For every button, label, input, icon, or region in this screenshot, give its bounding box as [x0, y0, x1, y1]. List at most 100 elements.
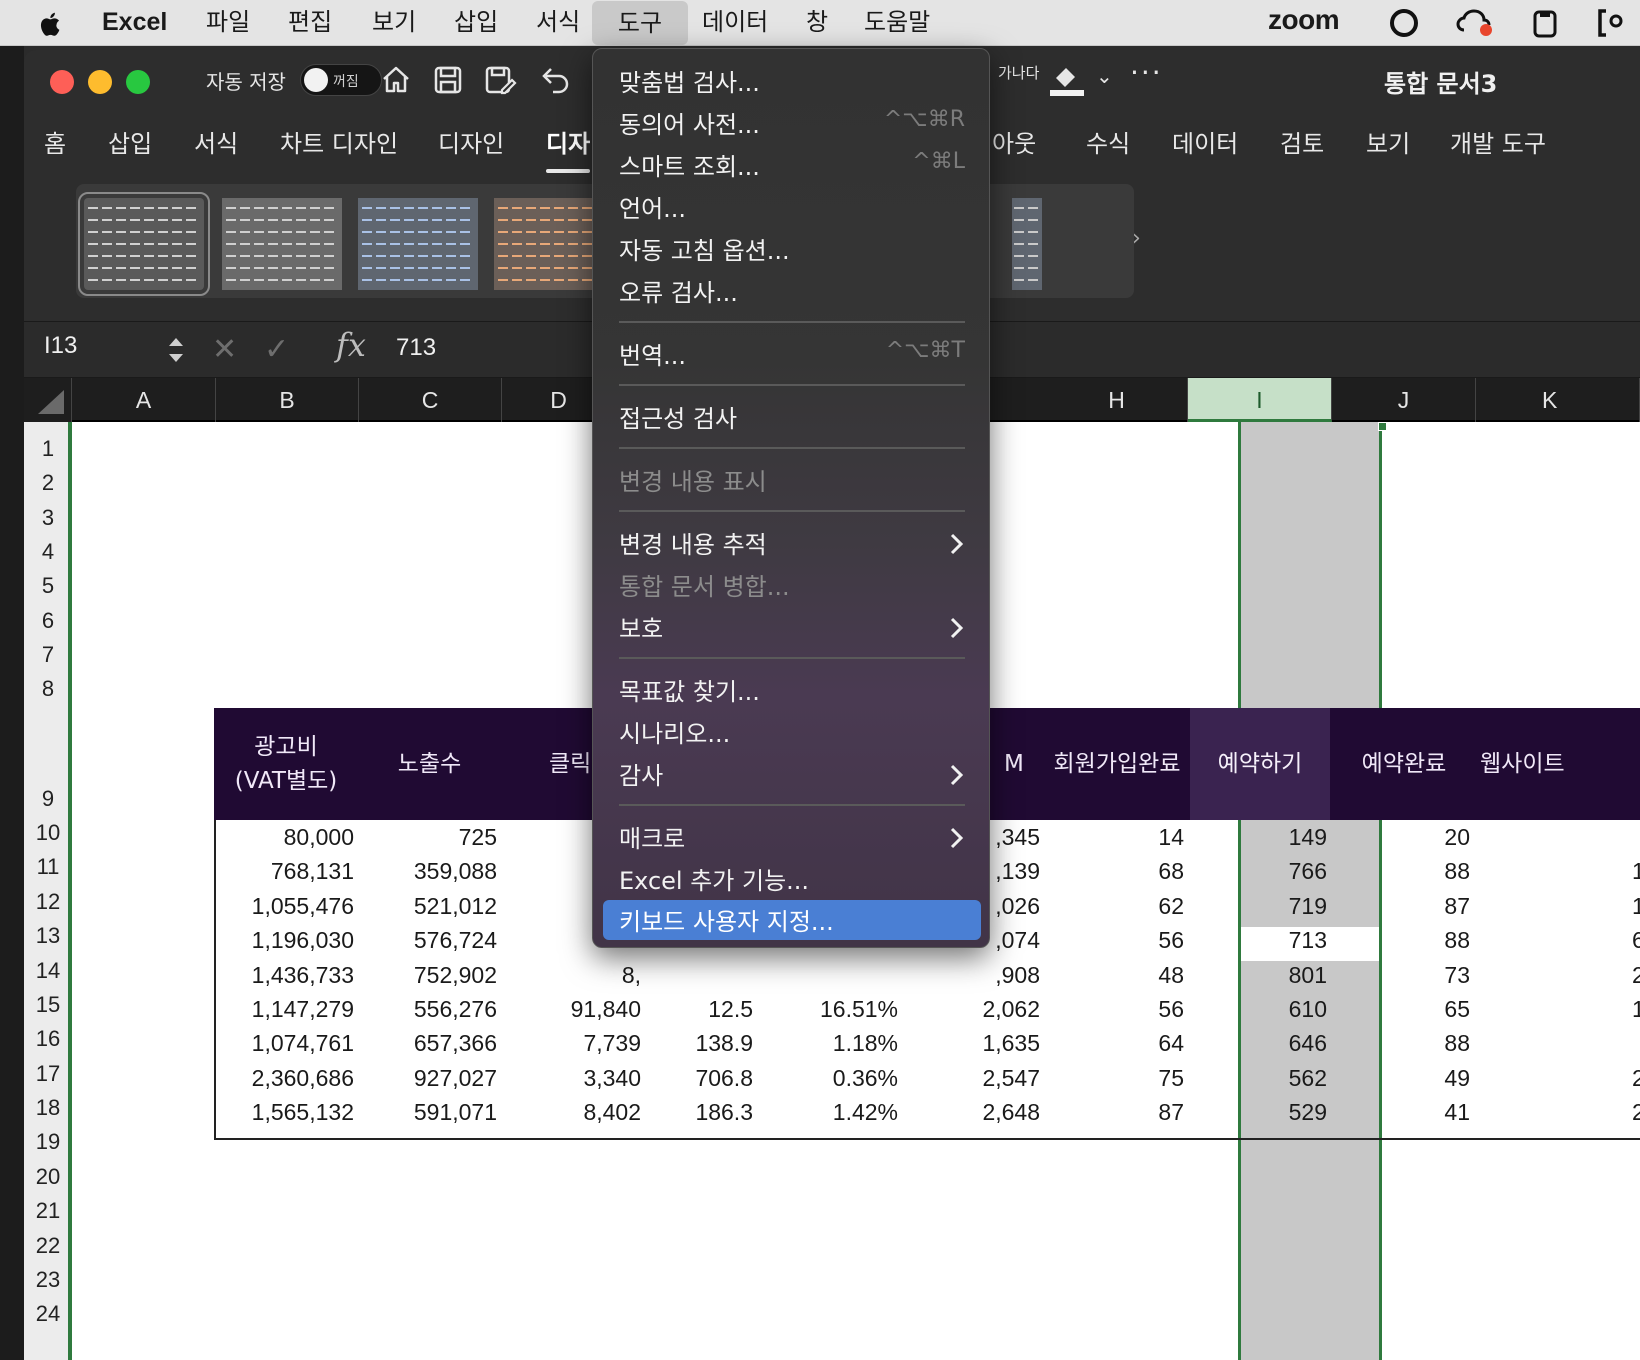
row-header[interactable]: 24	[24, 1301, 72, 1327]
row-header[interactable]: 6	[24, 608, 72, 634]
header-reservation[interactable]: 예약하기	[1190, 708, 1330, 820]
table-cell-c[interactable]: 725	[367, 820, 497, 855]
name-box[interactable]: I13	[44, 332, 77, 360]
menu-item[interactable]: 보호	[603, 607, 981, 647]
table-cell-e[interactable]: 138.9	[623, 1026, 753, 1061]
header-reservation-complete[interactable]: 예약완료	[1332, 708, 1476, 820]
table-cell-j[interactable]: 49	[1340, 1061, 1470, 1096]
row-header[interactable]: 19	[24, 1129, 72, 1155]
table-cell-i[interactable]: 610	[1197, 992, 1327, 1027]
table-style-swatch[interactable]	[78, 192, 210, 296]
header-website[interactable]: 웹사이트	[1476, 708, 1640, 820]
table-cell-j[interactable]: 73	[1340, 958, 1470, 993]
table-cell-k[interactable]: 1	[1632, 992, 1640, 1027]
confirm-entry-icon[interactable]: ✓	[264, 332, 289, 367]
row-header[interactable]: 1	[24, 436, 72, 462]
table-cell-g[interactable]: 2,547	[910, 1061, 1040, 1096]
table-cell-k[interactable]: 2	[1632, 1095, 1640, 1130]
table-cell-d[interactable]: 91,840	[511, 992, 641, 1027]
table-cell-k[interactable]	[1632, 820, 1640, 855]
header-m[interactable]: M	[1004, 708, 1044, 820]
row-header[interactable]: 16	[24, 1026, 72, 1052]
tab-formulas[interactable]: 수식	[1086, 124, 1130, 159]
header-signup-complete[interactable]: 회원가입완료	[1046, 708, 1188, 820]
table-style-swatch[interactable]	[358, 198, 478, 290]
select-all-corner[interactable]	[24, 378, 72, 422]
table-cell-f[interactable]	[768, 958, 898, 993]
table-cell-i[interactable]: 529	[1197, 1095, 1327, 1130]
table-cell-g[interactable]: 2,062	[910, 992, 1040, 1027]
table-cell-d[interactable]: 8,402	[511, 1095, 641, 1130]
paint-bucket-icon[interactable]	[1046, 62, 1088, 98]
table-cell-b[interactable]: 1,196,030	[224, 923, 354, 958]
clipboard-icon[interactable]	[1530, 8, 1560, 38]
insert-function-icon[interactable]: fx	[336, 326, 366, 364]
table-cell-k[interactable]: 2	[1632, 958, 1640, 993]
row-header[interactable]: 13	[24, 923, 72, 949]
table-cell-d[interactable]: 8,	[511, 958, 641, 993]
column-header-c[interactable]: C	[359, 378, 502, 422]
table-cell-b[interactable]: 768,131	[224, 854, 354, 889]
table-cell-i[interactable]: 646	[1197, 1026, 1327, 1061]
row-header[interactable]: 15	[24, 992, 72, 1018]
table-cell-j[interactable]: 20	[1340, 820, 1470, 855]
cancel-entry-icon[interactable]: ✕	[212, 332, 237, 367]
table-cell-j[interactable]: 41	[1340, 1095, 1470, 1130]
menu-data[interactable]: 데이터	[692, 0, 778, 46]
column-header-k[interactable]: K	[1476, 378, 1640, 422]
menu-item[interactable]: 변경 내용 추적	[603, 523, 981, 563]
zoom-logo[interactable]: zoom	[1268, 4, 1340, 36]
menu-window[interactable]: 창	[796, 0, 838, 46]
table-cell-f[interactable]: 1.42%	[768, 1095, 898, 1130]
menu-insert[interactable]: 삽입	[444, 0, 508, 46]
menu-item[interactable]: 스마트 조회... ^⌘L	[603, 145, 981, 185]
tab-chart-design[interactable]: 차트 디자인	[280, 124, 398, 159]
table-cell-c[interactable]: 576,724	[367, 923, 497, 958]
menu-help[interactable]: 도움말	[854, 0, 940, 46]
table-cell-c[interactable]: 556,276	[367, 992, 497, 1027]
tab-view[interactable]: 보기	[1366, 124, 1410, 159]
table-cell-b[interactable]: 1,147,279	[224, 992, 354, 1027]
row-header[interactable]: 21	[24, 1198, 72, 1224]
table-cell-i[interactable]: 149	[1197, 820, 1327, 855]
more-icon[interactable]: ···	[1130, 56, 1163, 89]
table-cell-g[interactable]: ,908	[910, 958, 1040, 993]
table-cell-h[interactable]: 56	[1054, 923, 1184, 958]
table-cell-i[interactable]: 713	[1197, 923, 1327, 958]
table-cell-c[interactable]: 359,088	[367, 854, 497, 889]
row-header[interactable]: 14	[24, 958, 72, 984]
table-cell-c[interactable]: 521,012	[367, 889, 497, 924]
header-impressions[interactable]: 노출수	[358, 708, 501, 820]
menu-edit[interactable]: 편집	[278, 0, 342, 46]
row-header[interactable]: 4	[24, 539, 72, 565]
table-cell-h[interactable]: 64	[1054, 1026, 1184, 1061]
column-header-i[interactable]: I	[1188, 378, 1332, 422]
table-cell-k[interactable]: 2	[1632, 1061, 1640, 1096]
table-cell-g[interactable]: 2,648	[910, 1095, 1040, 1130]
column-header-h[interactable]: H	[1046, 378, 1188, 422]
menu-item[interactable]: 동의어 사전... ^⌥⌘R	[603, 103, 981, 143]
menu-item[interactable]: 번역... ^⌥⌘T	[603, 334, 981, 374]
font-preview[interactable]: 가나다	[998, 62, 1039, 83]
tab-home[interactable]: 홈	[44, 124, 66, 159]
row-header[interactable]: 17	[24, 1061, 72, 1087]
table-cell-i[interactable]: 801	[1197, 958, 1327, 993]
menu-item[interactable]: 오류 검사...	[603, 271, 981, 311]
row-header[interactable]: 8	[24, 676, 72, 702]
close-button[interactable]	[50, 70, 74, 94]
menu-item[interactable]: 접근성 검사	[603, 397, 981, 437]
tab-layout[interactable]: 아웃	[992, 124, 1036, 159]
table-cell-g[interactable]: 1,635	[910, 1026, 1040, 1061]
minimize-button[interactable]	[88, 70, 112, 94]
table-cell-k[interactable]	[1632, 1026, 1640, 1061]
chevron-down-icon[interactable]: ⌄	[1096, 64, 1113, 88]
table-cell-k[interactable]: 1	[1632, 889, 1640, 924]
table-cell-f[interactable]: 16.51%	[768, 992, 898, 1027]
table-cell-i[interactable]: 719	[1197, 889, 1327, 924]
menu-format[interactable]: 서식	[526, 0, 590, 46]
save-as-icon[interactable]	[482, 62, 518, 98]
row-header[interactable]: 22	[24, 1233, 72, 1259]
table-cell-b[interactable]: 1,074,761	[224, 1026, 354, 1061]
table-cell-h[interactable]: 56	[1054, 992, 1184, 1027]
column-header-j[interactable]: J	[1332, 378, 1476, 422]
